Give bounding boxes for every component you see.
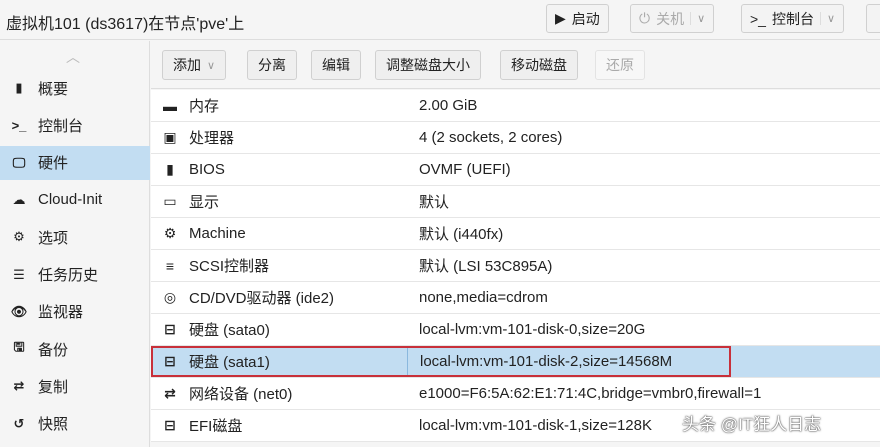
add-button[interactable]: 添加 ∨ — [162, 50, 227, 80]
sidebar-item-label: 复制 — [38, 378, 69, 396]
row-value: 默认 — [419, 194, 450, 211]
terminal-icon: >_ — [750, 10, 766, 27]
start-label: 启动 — [571, 10, 600, 27]
sidebar-item-1[interactable]: >_ 控制台 — [0, 108, 150, 142]
row-value: 4 (2 sockets, 2 cores) — [419, 129, 563, 146]
play-icon: ▶ — [555, 10, 566, 26]
table-row[interactable]: ≡ SCSI控制器 默认 (LSI 53C895A) — [151, 250, 880, 282]
table-row[interactable]: ▣ 处理器 4 (2 sockets, 2 cores) — [151, 122, 880, 154]
table-row[interactable]: ⊟ 硬盘 (sata0) local-lvm:vm-101-disk-0,size=… — [151, 314, 880, 346]
table-row[interactable]: ⇄ 网络设备 (net0) e1000=F6:5A:62:E1:71:4C,brid… — [151, 378, 880, 410]
row-value: OVMF (UEFI) — [419, 161, 511, 178]
row-value: local-lvm:vm-101-disk-0,size=20G — [419, 321, 646, 338]
sidebar-item-2[interactable]: 🖵 硬件 — [0, 145, 150, 180]
table-row[interactable]: ⊟ 硬盘 (sata1) local-lvm:vm-101-disk-2,size=… — [151, 346, 880, 378]
hdd-icon: ⊟ — [164, 321, 176, 337]
watermark: 头条 @IT狂人日志 — [682, 415, 822, 434]
sidebar-item-label: 快照 — [38, 416, 69, 434]
row-key: SCSI控制器 — [189, 258, 270, 275]
more-button[interactable] — [866, 4, 880, 33]
row-value: 默认 (i440fx) — [419, 226, 504, 243]
sidebar: ︿ ▮ 概要 >_ 控制台 🖵 硬件 ☁ Cloud-Init ⚙ 选项 ☰ 任务历史 👁 监视器 🖫 备份 ⇄… — [0, 41, 150, 447]
toolbar: 添加 ∨ 分离 编辑 调整磁盘大小 移动磁盘 还原 — [151, 41, 880, 89]
row-value: local-lvm:vm-101-disk-2,size=14568M — [407, 346, 880, 377]
row-key: 处理器 — [189, 130, 235, 147]
move-disk-button[interactable]: 移动磁盘 — [500, 50, 578, 80]
row-key: 网络设备 (net0) — [189, 386, 293, 403]
book-icon: ▮ — [15, 80, 23, 95]
scroll-up-icon[interactable]: ︿ — [66, 47, 80, 67]
sidebar-item-label: 选项 — [38, 229, 69, 247]
eye-icon: 👁 — [10, 303, 28, 319]
hdd-icon: ⊟ — [164, 353, 176, 369]
row-key: 硬盘 (sata1) — [189, 354, 270, 371]
monitor-icon: 🖵 — [12, 154, 26, 170]
sidebar-item-label: 任务历史 — [38, 267, 99, 284]
console-label: 控制台 — [771, 10, 814, 27]
row-key: Machine — [189, 225, 246, 242]
row-key: BIOS — [189, 161, 225, 178]
row-key: 硬盘 (sata0) — [189, 322, 270, 339]
list-icon: ☰ — [13, 266, 25, 282]
row-value: 默认 (LSI 53C895A) — [419, 258, 553, 275]
sidebar-item-9[interactable]: ↺ 快照 — [0, 407, 150, 441]
shutdown-label: 关机 — [656, 10, 685, 27]
sidebar-item-label: Cloud-Init — [38, 191, 103, 209]
retweet-icon: ⇄ — [13, 378, 25, 394]
chevron-down-icon[interactable]: ∨ — [690, 12, 705, 25]
header: 虚拟机101 (ds3617)在节点'pve'上 ▶ 启动 ⏻ 关机 ∨ >_ 控制台 ∨ — [0, 0, 880, 40]
resize-disk-button[interactable]: 调整磁盘大小 — [375, 50, 481, 80]
cpu-icon: ▣ — [163, 129, 177, 145]
row-value: e1000=F6:5A:62:E1:71:4C,bridge=vmbr0,fir… — [419, 385, 762, 402]
sidebar-item-label: 控制台 — [38, 117, 84, 135]
table-row[interactable]: ▭ 显示 默认 — [151, 186, 880, 218]
row-value: 2.00 GiB — [419, 97, 478, 114]
console-button[interactable]: >_ 控制台 ∨ — [741, 4, 845, 33]
revert-button[interactable]: 还原 — [595, 50, 645, 80]
table-row[interactable]: ▮ BIOS OVMF (UEFI) — [151, 154, 880, 186]
row-value: none,media=cdrom — [419, 289, 548, 306]
history-icon: ↺ — [13, 415, 25, 431]
add-label: 添加 — [173, 57, 201, 73]
hdd-icon: ⊟ — [164, 417, 176, 433]
memory-icon: ▬ — [163, 97, 177, 114]
page-title: 虚拟机101 (ds3617)在节点'pve'上 — [6, 16, 245, 33]
detach-button[interactable]: 分离 — [247, 50, 297, 80]
sidebar-item-3[interactable]: ☁ Cloud-Init — [0, 183, 150, 217]
exchange-icon: ⇄ — [164, 385, 176, 401]
sidebar-item-4[interactable]: ⚙ 选项 — [0, 220, 150, 254]
save-icon: 🖫 — [13, 339, 25, 355]
table-row[interactable]: ▬ 内存 2.00 GiB — [151, 90, 880, 122]
chevron-down-icon: ∨ — [207, 59, 216, 72]
sidebar-item-5[interactable]: ☰ 任务历史 — [0, 258, 150, 292]
sidebar-item-label: 监视器 — [38, 304, 84, 322]
start-button[interactable]: ▶ 启动 — [546, 4, 609, 33]
row-key: 内存 — [189, 98, 220, 115]
shutdown-button[interactable]: ⏻ 关机 ∨ — [630, 4, 715, 33]
database-icon: ≡ — [165, 257, 175, 274]
row-key: CD/DVD驱动器 (ide2) — [189, 290, 335, 307]
sidebar-item-7[interactable]: 🖫 备份 — [0, 332, 150, 366]
table-row[interactable]: ◎ CD/DVD驱动器 (ide2) none,media=cdrom — [151, 282, 880, 314]
desktop-icon: ▭ — [163, 193, 177, 209]
table-row[interactable]: ⚙ Machine 默认 (i440fx) — [151, 218, 880, 250]
gear-icon: ⚙ — [13, 229, 25, 245]
sidebar-item-6[interactable]: 👁 监视器 — [0, 295, 150, 329]
cloud-icon: ☁ — [12, 191, 26, 207]
terminal-icon: >_ — [11, 117, 27, 133]
row-key: 显示 — [189, 194, 220, 211]
sidebar-item-label: 硬件 — [38, 155, 69, 173]
row-key: EFI磁盘 — [189, 418, 243, 435]
sidebar-item-label: 备份 — [38, 341, 69, 359]
hardware-grid: ▬ 内存 2.00 GiB ▣ 处理器 4 (2 sockets, 2 cores) ▮ BI… — [151, 90, 880, 442]
cdrom-icon: ◎ — [163, 289, 177, 305]
sidebar-item-label: 概要 — [38, 80, 69, 98]
cogs-icon: ⚙ — [163, 225, 177, 241]
sidebar-item-8[interactable]: ⇄ 复制 — [0, 369, 150, 403]
power-icon: ⏻ — [639, 10, 651, 26]
sidebar-item-0[interactable]: ▮ 概要 — [0, 71, 150, 105]
edit-button[interactable]: 编辑 — [311, 50, 361, 80]
chevron-down-icon[interactable]: ∨ — [819, 12, 835, 25]
microchip-icon: ▮ — [166, 161, 174, 177]
